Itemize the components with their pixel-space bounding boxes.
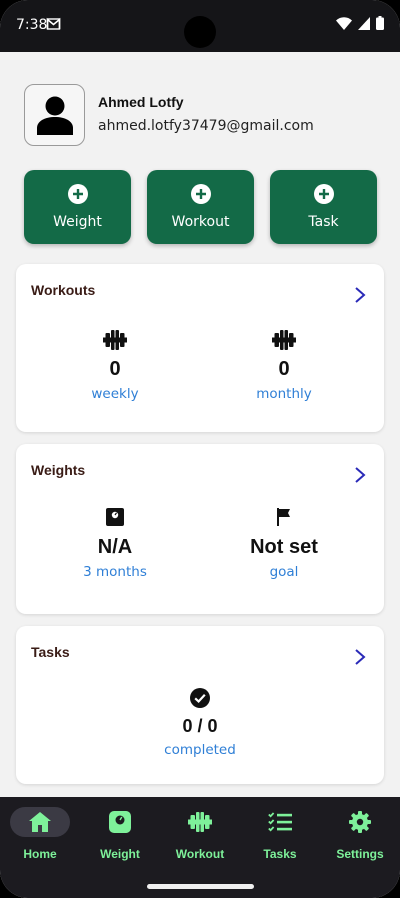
workouts-card[interactable]: Workouts 0 weekly 0 monthly [16, 264, 384, 432]
scale-icon [106, 508, 124, 526]
home-icon [29, 812, 51, 832]
scale-icon [109, 811, 131, 833]
chevron-right-icon[interactable] [354, 648, 366, 666]
signal-icon [358, 16, 370, 30]
camera-cutout [184, 16, 216, 48]
check-circle-icon [190, 688, 210, 708]
nav-label-tasks: Tasks [263, 847, 297, 861]
add-workout-label: Workout [171, 214, 230, 230]
add-circle-icon [67, 184, 88, 204]
wifi-icon [336, 16, 352, 30]
profile-name: Ahmed Lotfy [98, 94, 184, 110]
add-task-button[interactable]: Task [270, 170, 377, 244]
chevron-right-icon[interactable] [354, 466, 366, 484]
add-task-label: Task [308, 214, 339, 230]
chevron-right-icon[interactable] [354, 286, 366, 304]
workouts-weekly-label: weekly [91, 386, 139, 402]
nav-item-home[interactable]: Home [0, 807, 80, 861]
flag-icon [277, 508, 290, 526]
tasks-card[interactable]: Tasks 0 / 0 completed [16, 626, 384, 784]
avatar[interactable] [24, 84, 85, 146]
status-time: 7:38 [16, 17, 48, 33]
profile-email: ahmed.lotfy37479@gmail.com [98, 118, 314, 134]
weights-goal-stat: Not set goal [192, 508, 376, 580]
workouts-weekly-value: 0 [109, 358, 121, 380]
weights-goal-value: Not set [250, 536, 318, 558]
status-bar: 7:38 [0, 0, 400, 52]
tasks-completed-value: 0 / 0 [182, 716, 218, 736]
weights-3-months-value: N/A [97, 536, 133, 558]
nav-label-workout: Workout [175, 847, 225, 861]
battery-icon [376, 16, 384, 30]
nav-label-weight: Weight [100, 847, 140, 861]
add-weight-label: Weight [53, 214, 102, 230]
nav-item-weight[interactable]: Weight [80, 807, 160, 861]
weights-goal-label: goal [269, 564, 299, 580]
gear-icon [349, 811, 371, 833]
weights-3-months-stat: N/A 3 months [23, 508, 207, 580]
person-icon [36, 96, 73, 135]
add-circle-icon [313, 184, 334, 204]
workouts-weekly-stat: 0 weekly [23, 330, 207, 402]
nav-label-home: Home [23, 847, 57, 861]
tasks-card-title: Tasks [31, 644, 70, 660]
add-workout-button[interactable]: Workout [147, 170, 254, 244]
nav-item-settings[interactable]: Settings [320, 807, 400, 861]
weights-card-title: Weights [31, 462, 86, 478]
dumbbell-icon [272, 330, 296, 350]
checklist-icon [268, 812, 292, 832]
tasks-completed-label: completed [164, 742, 236, 758]
workouts-monthly-label: monthly [256, 386, 312, 402]
workouts-monthly-stat: 0 monthly [192, 330, 376, 402]
add-circle-icon [190, 184, 211, 204]
status-icons [336, 16, 384, 30]
nav-item-tasks[interactable]: Tasks [240, 807, 320, 861]
nav-label-settings: Settings [336, 847, 384, 861]
phone-screen: 7:38 Ahmed Lotfy ahmed.lotfy37479@gmail.… [0, 0, 400, 898]
gmail-notification-icon [46, 17, 61, 30]
add-weight-button[interactable]: Weight [24, 170, 131, 244]
tasks-completed-stat: 0 / 0 completed [108, 688, 292, 758]
dashboard-content: Ahmed Lotfy ahmed.lotfy37479@gmail.com W… [0, 52, 400, 797]
dumbbell-icon [103, 330, 127, 350]
dumbbell-icon [188, 812, 212, 832]
home-indicator[interactable] [147, 884, 254, 889]
weights-card[interactable]: Weights N/A 3 months Not set goal [16, 444, 384, 614]
workouts-monthly-value: 0 [278, 358, 290, 380]
workouts-card-title: Workouts [31, 282, 96, 298]
bottom-navigation: Home Weight Workout Tasks Settings [0, 797, 400, 898]
nav-item-workout[interactable]: Workout [160, 807, 240, 861]
weights-3-months-label: 3 months [83, 564, 147, 580]
